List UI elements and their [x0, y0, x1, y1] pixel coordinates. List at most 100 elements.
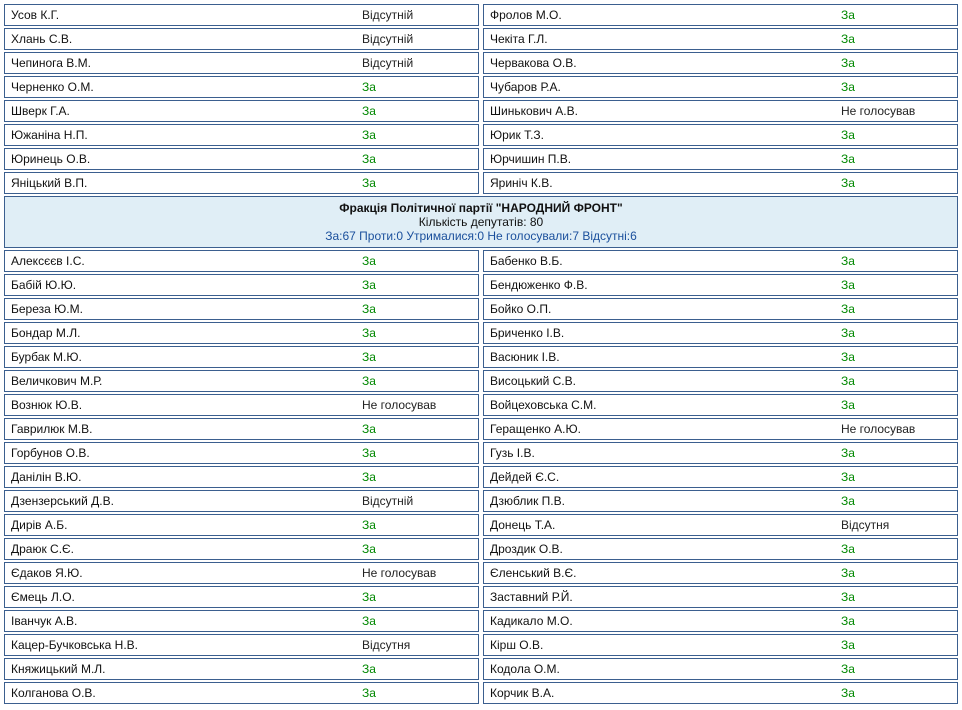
vote-value: За: [841, 80, 951, 94]
deputy-name: Іванчук А.В.: [11, 614, 362, 628]
vote-row: Бурбак М.Ю.ЗаВасюник І.В.За: [4, 346, 958, 368]
vote-value: За: [362, 686, 472, 700]
vote-cell: Яніцький В.П.За: [4, 172, 479, 194]
vote-cell: Шверк Г.А.За: [4, 100, 479, 122]
vote-value: За: [362, 278, 472, 292]
vote-value: За: [362, 350, 472, 364]
vote-cell: Алексєєв І.С.За: [4, 250, 479, 272]
vote-cell: Данілін В.Ю.За: [4, 466, 479, 488]
deputy-name: Вознюк Ю.В.: [11, 398, 362, 412]
vote-cell: Ємець Л.О.За: [4, 586, 479, 608]
deputy-name: Горбунов О.В.: [11, 446, 362, 460]
vote-cell: Южаніна Н.П.За: [4, 124, 479, 146]
deputy-name: Донець Т.А.: [490, 518, 841, 532]
vote-cell: Висоцький С.В.За: [483, 370, 958, 392]
deputy-name: Кодола О.М.: [490, 662, 841, 676]
vote-value: За: [841, 302, 951, 316]
vote-value: За: [841, 176, 951, 190]
vote-cell: Колганова О.В.За: [4, 682, 479, 704]
vote-row: Яніцький В.П.ЗаЯриніч К.В.За: [4, 172, 958, 194]
faction-title: Фракція Політичної партії "НАРОДНИЙ ФРОН…: [11, 201, 951, 215]
vote-value: За: [362, 590, 472, 604]
vote-cell: Бойко О.П.За: [483, 298, 958, 320]
deputy-name: Южаніна Н.П.: [11, 128, 362, 142]
deputy-name: Єленський В.Є.: [490, 566, 841, 580]
deputy-name: Геращенко А.Ю.: [490, 422, 841, 436]
deputy-name: Береза Ю.М.: [11, 302, 362, 316]
vote-value: За: [841, 128, 951, 142]
vote-value: За: [841, 494, 951, 508]
vote-value: За: [362, 302, 472, 316]
vote-cell: Войцеховська С.М.За: [483, 394, 958, 416]
vote-cell: Заставний Р.Й.За: [483, 586, 958, 608]
top-section: Усов К.Г.ВідсутнійФролов М.О.ЗаХлань С.В…: [4, 4, 958, 194]
deputy-name: Драюк С.Є.: [11, 542, 362, 556]
vote-cell: Юринець О.В.За: [4, 148, 479, 170]
vote-cell: Бабій Ю.Ю.За: [4, 274, 479, 296]
vote-cell: Бендюженко Ф.В.За: [483, 274, 958, 296]
vote-row: Дирів А.Б.ЗаДонець Т.А.Відсутня: [4, 514, 958, 536]
vote-value: За: [362, 254, 472, 268]
deputy-name: Черненко О.М.: [11, 80, 362, 94]
deputy-name: Княжицький М.Л.: [11, 662, 362, 676]
vote-value: За: [362, 422, 472, 436]
deputy-name: Заставний Р.Й.: [490, 590, 841, 604]
vote-value: За: [841, 326, 951, 340]
vote-cell: Фролов М.О.За: [483, 4, 958, 26]
vote-value: За: [841, 542, 951, 556]
vote-value: Відсутній: [362, 494, 472, 508]
vote-value: За: [841, 398, 951, 412]
deputy-name: Шверк Г.А.: [11, 104, 362, 118]
vote-value: За: [841, 662, 951, 676]
deputy-name: Величкович М.Р.: [11, 374, 362, 388]
vote-row: Кацер-Бучковська Н.В.ВідсутняКірш О.В.За: [4, 634, 958, 656]
deputy-name: Ємець Л.О.: [11, 590, 362, 604]
deputy-name: Колганова О.В.: [11, 686, 362, 700]
vote-cell: Горбунов О.В.За: [4, 442, 479, 464]
vote-cell: Бриченко І.В.За: [483, 322, 958, 344]
deputy-name: Дейдей Є.С.: [490, 470, 841, 484]
vote-row: Горбунов О.В.ЗаГузь І.В.За: [4, 442, 958, 464]
vote-value: За: [841, 686, 951, 700]
vote-cell: Шинькович А.В.Не голосував: [483, 100, 958, 122]
vote-cell: Бабенко В.Б.За: [483, 250, 958, 272]
deputy-name: Бабенко В.Б.: [490, 254, 841, 268]
vote-cell: Княжицький М.Л.За: [4, 658, 479, 680]
deputy-name: Васюник І.В.: [490, 350, 841, 364]
vote-value: За: [362, 614, 472, 628]
vote-value: За: [841, 152, 951, 166]
vote-cell: Червакова О.В.За: [483, 52, 958, 74]
vote-cell: Кірш О.В.За: [483, 634, 958, 656]
vote-cell: Яриніч К.В.За: [483, 172, 958, 194]
vote-value: Не голосував: [841, 104, 951, 118]
vote-cell: Дроздик О.В.За: [483, 538, 958, 560]
voting-table: Усов К.Г.ВідсутнійФролов М.О.ЗаХлань С.В…: [4, 4, 958, 704]
vote-value: Відсутній: [362, 8, 472, 22]
faction-count: Кількість депутатів: 80: [11, 215, 951, 229]
vote-row: Гаврилюк М.В.ЗаГеращенко А.Ю.Не голосува…: [4, 418, 958, 440]
vote-value: Не голосував: [362, 566, 472, 580]
vote-cell: Драюк С.Є.За: [4, 538, 479, 560]
deputy-name: Юрчишин П.В.: [490, 152, 841, 166]
vote-value: За: [362, 176, 472, 190]
deputy-name: Яриніч К.В.: [490, 176, 841, 190]
vote-value: За: [362, 128, 472, 142]
deputy-name: Юрик Т.З.: [490, 128, 841, 142]
vote-cell: Дзензерський Д.В.Відсутній: [4, 490, 479, 512]
vote-cell: Дзюблик П.В.За: [483, 490, 958, 512]
vote-row: Данілін В.Ю.ЗаДейдей Є.С.За: [4, 466, 958, 488]
vote-value: За: [362, 80, 472, 94]
deputy-name: Чубаров Р.А.: [490, 80, 841, 94]
vote-value: За: [841, 350, 951, 364]
vote-cell: Хлань С.В.Відсутній: [4, 28, 479, 50]
vote-cell: Єдаков Я.Ю.Не голосував: [4, 562, 479, 584]
vote-value: Відсутній: [362, 56, 472, 70]
vote-value: За: [841, 566, 951, 580]
vote-cell: Корчик В.А.За: [483, 682, 958, 704]
vote-value: За: [841, 590, 951, 604]
vote-row: Юринець О.В.За Юрчишин П.В.За: [4, 148, 958, 170]
vote-cell: Бондар М.Л.За: [4, 322, 479, 344]
vote-cell: Кадикало М.О.За: [483, 610, 958, 632]
vote-cell: Величкович М.Р.За: [4, 370, 479, 392]
vote-row: Бондар М.Л.ЗаБриченко І.В.За: [4, 322, 958, 344]
